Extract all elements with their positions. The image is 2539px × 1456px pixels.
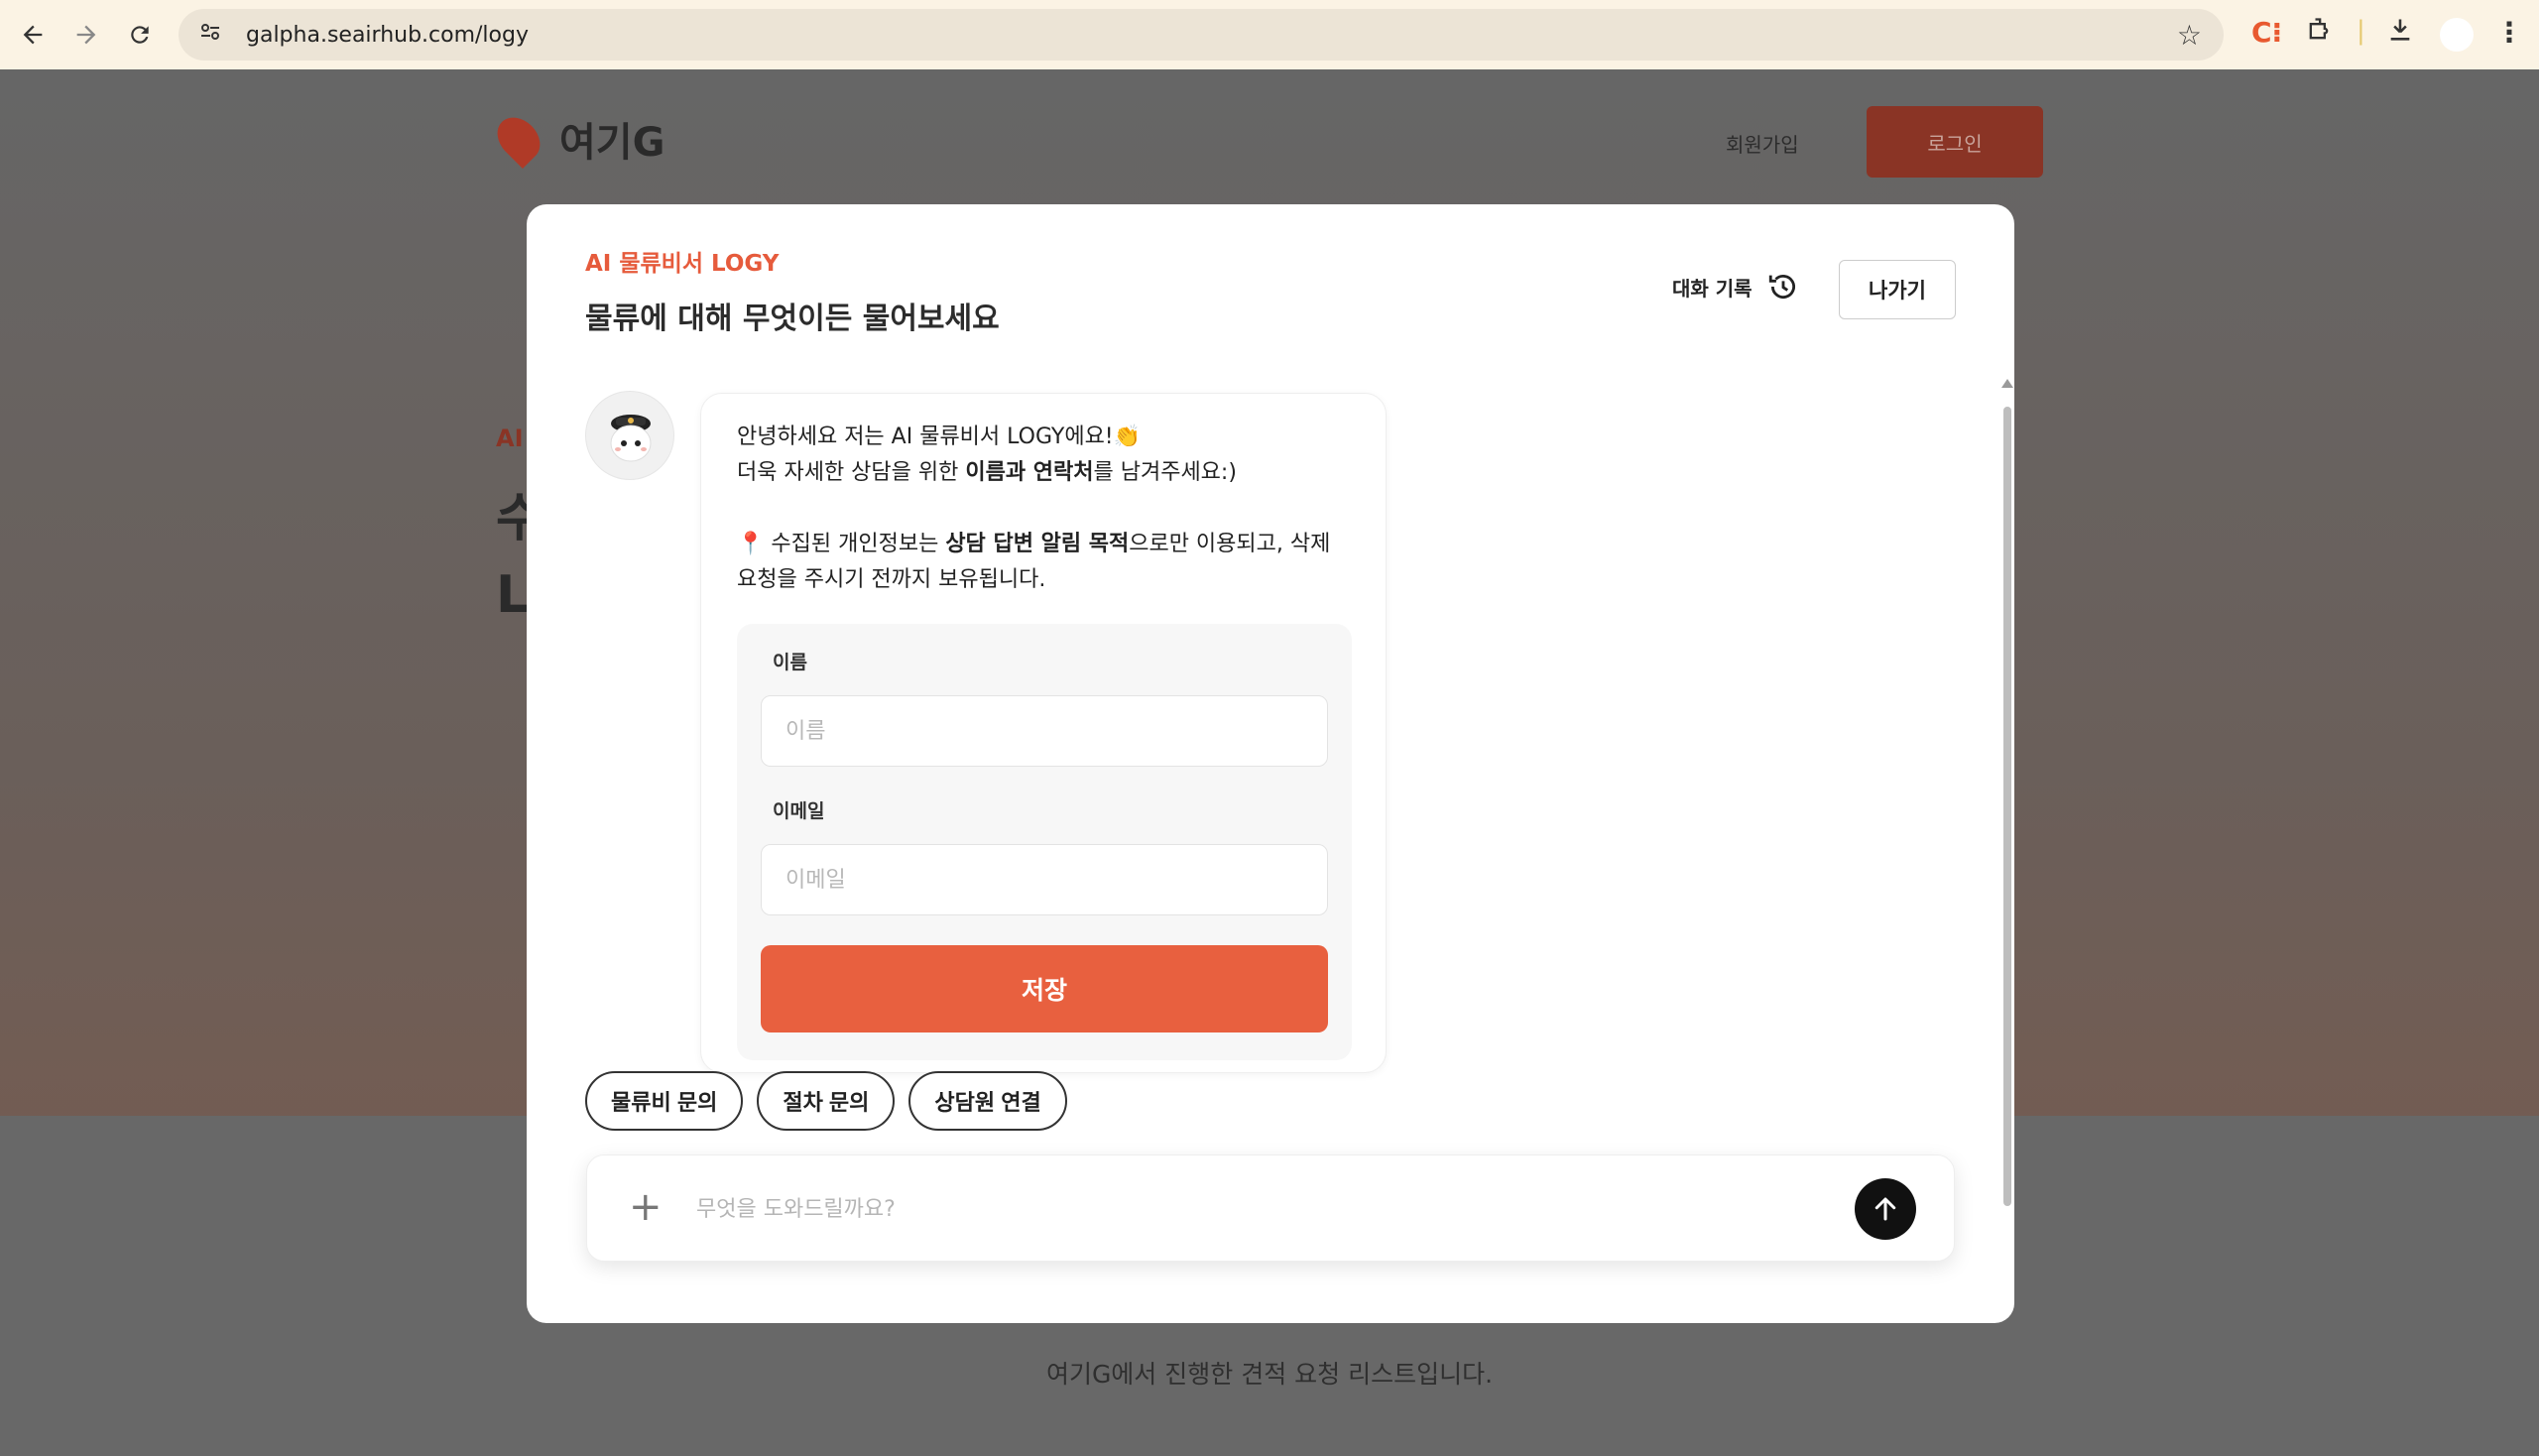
scroll-up-arrow-icon[interactable] [2001, 379, 2013, 388]
modal-headline: 물류에 대해 무엇이든 물어보세요 [585, 302, 1000, 336]
extensions-puzzle-icon[interactable] [2305, 16, 2333, 51]
quick-reply-procedure[interactable]: 절차 문의 [757, 1071, 896, 1131]
message-bold: 이름과 연락처 [965, 460, 1094, 485]
quick-reply-shipping-cost[interactable]: 물류비 문의 [585, 1071, 744, 1131]
login-button[interactable]: 로그인 [1867, 106, 2043, 178]
logo-text: 여기G [559, 120, 665, 166]
browser-toolbar: galpha.seairhub.com/logy ☆ C⁝ | ⋮ [0, 0, 2539, 69]
contact-form: 이름 이메일 저장 [737, 624, 1352, 1060]
forward-icon[interactable] [60, 8, 113, 61]
more-menu-icon[interactable]: ⋮ [2495, 16, 2523, 49]
clap-emoji-icon: 👏 [1113, 425, 1142, 449]
message-line: 으로만 이용되고, 삭제 [1129, 532, 1331, 556]
signup-link[interactable]: 회원가입 [1726, 129, 1799, 158]
logo-pin-icon [489, 109, 548, 169]
email-label: 이메일 [773, 800, 825, 822]
site-logo[interactable]: 여기G [489, 109, 665, 169]
logy-avatar [585, 391, 674, 480]
exit-button[interactable]: 나가기 [1839, 260, 1956, 319]
scroll-thumb[interactable] [2003, 407, 2011, 1206]
quick-reply-agent[interactable]: 상담원 연결 [908, 1071, 1067, 1131]
quick-reply-chips: 물류비 문의 절차 문의 상담원 연결 [585, 1071, 1067, 1131]
modal-eyebrow: AI 물류비서 LOGY [585, 251, 780, 277]
extension-icon[interactable]: C⁝ [2251, 16, 2282, 49]
save-button[interactable]: 저장 [761, 945, 1328, 1032]
address-bar[interactable]: galpha.seairhub.com/logy ☆ [179, 9, 2224, 61]
bot-face-icon [610, 415, 652, 462]
chat-composer: + [586, 1154, 1955, 1262]
history-icon [1768, 274, 1795, 300]
url-text[interactable]: galpha.seairhub.com/logy [246, 23, 529, 48]
message-line: 수집된 개인정보는 [764, 532, 946, 556]
download-icon[interactable] [2386, 16, 2414, 51]
name-input[interactable] [761, 695, 1328, 767]
modal-scrollbar[interactable] [2000, 379, 2014, 1212]
pin-emoji-icon: 📍 [737, 532, 765, 556]
logy-chat-modal: AI 물류비서 LOGY 물류에 대해 무엇이든 물어보세요 대화 기록 나가기… [527, 204, 2014, 1323]
profile-avatar-icon[interactable] [2440, 18, 2474, 52]
send-button[interactable] [1855, 1178, 1916, 1240]
email-input[interactable] [761, 844, 1328, 915]
message-line: 를 남겨주세요:) [1093, 460, 1237, 485]
reload-icon[interactable] [113, 8, 167, 61]
bot-message-bubble: 안녕하세요 저는 AI 물류비서 LOGY에요!👏 더욱 자세한 상담을 위한 … [700, 393, 1387, 1073]
message-line: 요청을 주시기 전까지 보유됩니다. [737, 567, 1046, 592]
attach-plus-icon[interactable]: + [629, 1183, 663, 1231]
bg-text-fragment: L [496, 565, 530, 625]
toolbar-divider: | [2357, 16, 2365, 46]
site-settings-icon[interactable] [198, 20, 234, 50]
chat-input[interactable] [696, 1185, 1728, 1233]
message-line: 안녕하세요 저는 AI 물류비서 LOGY에요! [737, 425, 1114, 449]
name-label: 이름 [773, 652, 807, 673]
bookmark-star-icon[interactable]: ☆ [2177, 19, 2202, 52]
chat-history-label: 대화 기록 [1672, 276, 1753, 301]
bot-message-text: 안녕하세요 저는 AI 물류비서 LOGY에요!👏 더욱 자세한 상담을 위한 … [737, 420, 1372, 598]
message-bold: 상담 답변 알림 목적 [945, 532, 1130, 556]
bg-subtitle: 여기G에서 진행한 견적 요청 리스트입니다. [1045, 1360, 1494, 1389]
bg-text-fragment: AI [496, 425, 524, 452]
chat-history-button[interactable]: 대화 기록 [1672, 270, 1800, 303]
back-icon[interactable] [6, 8, 60, 61]
arrow-up-icon [1874, 1197, 1896, 1221]
message-line: 더욱 자세한 상담을 위한 [737, 460, 966, 485]
